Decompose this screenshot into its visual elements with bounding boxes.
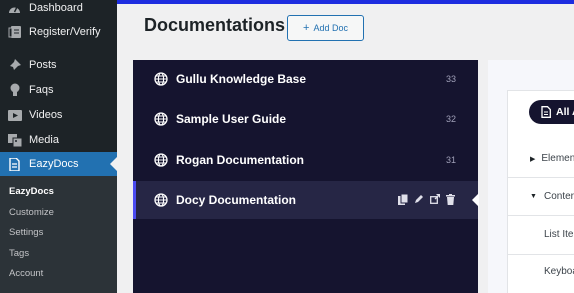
- sidebar-item-label: Media: [29, 134, 59, 146]
- external-link-icon[interactable]: [429, 193, 440, 205]
- globe-icon: [154, 153, 168, 167]
- caret-down-icon: ▼: [530, 193, 537, 200]
- sidebar-item-dashboard[interactable]: Dashboard: [0, 0, 117, 20]
- dashboard-icon: [7, 1, 22, 15]
- sidebar-item-label: EazyDocs: [29, 158, 79, 170]
- doc-list-panel: Gullu Knowledge Base 33 Sample User Guid…: [133, 60, 479, 293]
- doc-name: Sample User Guide: [176, 112, 287, 126]
- doc-name: Gullu Knowledge Base: [176, 72, 307, 86]
- trash-icon[interactable]: [445, 193, 456, 205]
- lightbulb-icon: [7, 83, 22, 97]
- section-row-expanded[interactable]: ▼ Conter: [508, 178, 574, 216]
- add-doc-button-label: Add Doc: [313, 23, 348, 33]
- section-label: Elemen: [541, 153, 574, 164]
- doc-row[interactable]: Rogan Documentation 31: [133, 141, 478, 179]
- video-icon: [7, 108, 22, 122]
- all-button[interactable]: All A: [529, 100, 574, 124]
- sidebar-item-videos[interactable]: Videos: [0, 103, 117, 127]
- register-icon: [7, 25, 22, 39]
- section-item[interactable]: List Ite: [544, 229, 574, 240]
- document-icon: [541, 106, 551, 118]
- submenu-item-account[interactable]: Account: [9, 268, 43, 279]
- submenu-item-customize[interactable]: Customize: [9, 207, 54, 218]
- doc-row-active[interactable]: Docy Documentation: [133, 181, 479, 219]
- document-icon: [7, 157, 22, 171]
- copy-icon[interactable]: [397, 193, 408, 205]
- caret-right-icon: ▶: [530, 155, 536, 163]
- submenu-item-tags[interactable]: Tags: [9, 248, 29, 259]
- sidebar-item-label: Faqs: [29, 84, 54, 96]
- sidebar-item-label: Dashboard: [29, 2, 83, 14]
- doc-count: 31: [445, 155, 456, 165]
- eazydocs-submenu: EazyDocs Customize Settings Tags Account: [0, 176, 117, 293]
- sidebar-item-label: Videos: [29, 109, 63, 121]
- globe-icon: [154, 193, 168, 207]
- admin-sidebar: Dashboard Register/Verify Posts Faqs Vid…: [0, 0, 117, 293]
- globe-icon: [154, 72, 168, 86]
- doc-count: 33: [445, 74, 456, 84]
- doc-row-actions: [397, 193, 456, 205]
- doc-name: Docy Documentation: [176, 193, 297, 207]
- all-button-label: All A: [556, 106, 574, 118]
- page-title: Documentations: [144, 15, 286, 35]
- submenu-item-eazydocs[interactable]: EazyDocs: [9, 186, 54, 197]
- sidebar-item-label: Posts: [29, 59, 57, 71]
- section-label: Conter: [543, 191, 574, 202]
- plus-icon: +: [303, 22, 310, 34]
- section-row[interactable]: ▶ Elemen: [508, 140, 574, 178]
- sidebar-item-media[interactable]: Media: [0, 128, 117, 152]
- doc-row[interactable]: Sample User Guide 32: [133, 100, 478, 138]
- doc-name: Rogan Documentation: [176, 153, 304, 167]
- sidebar-item-label: Register/Verify: [29, 26, 101, 38]
- sidebar-item-register-verify[interactable]: Register/Verify: [0, 20, 117, 44]
- divider: [508, 254, 574, 255]
- section-item[interactable]: Keyboa: [544, 266, 574, 277]
- add-doc-button[interactable]: + Add Doc: [287, 15, 364, 41]
- edit-icon[interactable]: [413, 193, 424, 205]
- sidebar-item-faqs[interactable]: Faqs: [0, 78, 117, 102]
- active-row-pointer: [472, 193, 479, 207]
- submenu-item-settings[interactable]: Settings: [9, 227, 43, 238]
- sidebar-item-posts[interactable]: Posts: [0, 53, 117, 77]
- globe-icon: [154, 112, 168, 126]
- media-icon: [7, 133, 22, 147]
- sidebar-item-eazydocs[interactable]: EazyDocs: [0, 152, 117, 176]
- doc-row[interactable]: Gullu Knowledge Base 33: [133, 60, 478, 98]
- pin-icon: [7, 58, 22, 72]
- doc-count: 32: [445, 114, 456, 124]
